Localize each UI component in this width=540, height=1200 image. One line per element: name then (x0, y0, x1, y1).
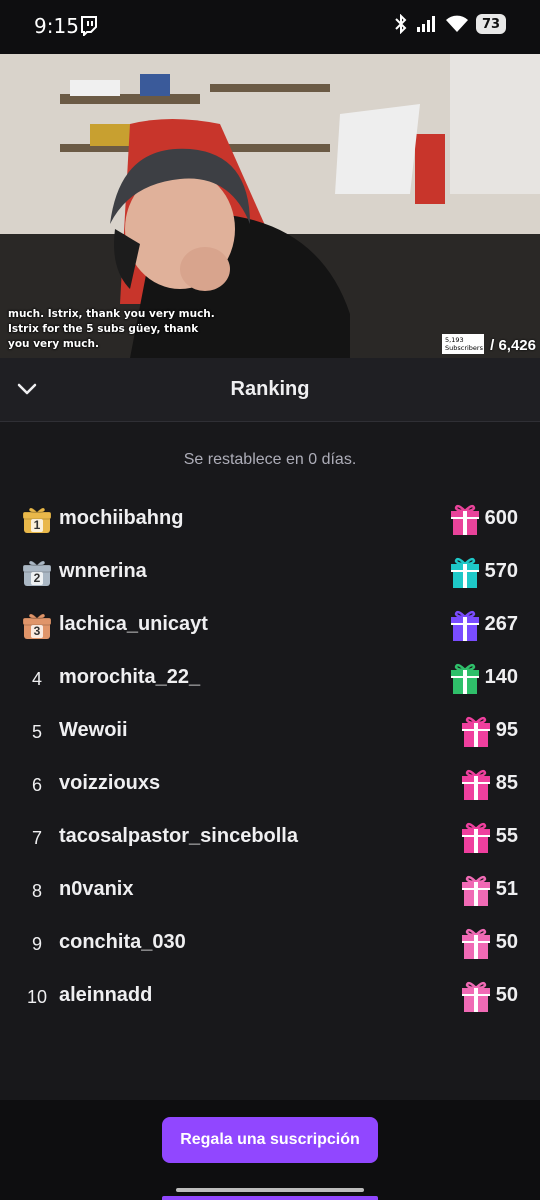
ranking-row: 4 morochita_22_ 140 (0, 652, 540, 705)
status-time: 9:15 (34, 14, 79, 38)
username[interactable]: conchita_030 (59, 931, 186, 954)
rank-number: 5 (31, 721, 42, 742)
rank-number: 6 (31, 774, 42, 795)
ranking-row: 3 lachica_unicayt 267 (0, 599, 540, 652)
gift-count: 50 (495, 931, 518, 953)
twitch-notification-icon (81, 16, 97, 36)
bronze-rank-badge-icon: 3 (22, 611, 52, 641)
username[interactable]: aleinnadd (59, 984, 152, 1007)
username[interactable]: n0vanix (59, 878, 133, 901)
ranking-row: 2 wnnerina 570 (0, 546, 540, 599)
gift-subscription-button[interactable]: Regala una suscripción (162, 1117, 378, 1163)
rank-number: 3 (33, 624, 41, 638)
gift-icon (462, 928, 490, 959)
subs-goal: / 6,426 (490, 337, 536, 354)
gift-count: 570 (484, 560, 518, 582)
bottom-bar: Regala una suscripción (0, 1100, 540, 1200)
gift-icon (462, 822, 490, 853)
signal-icon (417, 16, 435, 32)
subs-counter-box: 5,193 Subscribers (442, 334, 484, 354)
bluetooth-icon (395, 14, 407, 34)
rank-number: 7 (31, 827, 42, 848)
rank-number: 10 (26, 986, 48, 1007)
panel-title: Ranking (230, 378, 310, 400)
username[interactable]: mochiibahng (59, 507, 183, 530)
ranking-header: Ranking (0, 358, 540, 422)
gift-count: 50 (495, 984, 518, 1006)
rank-number: 1 (33, 518, 41, 532)
silver-rank-badge-icon: 2 (22, 558, 52, 588)
rank-number: 8 (31, 880, 42, 901)
ranking-row: 8 n0vanix 51 (0, 864, 540, 917)
ranking-row: 7 tacosalpastor_sincebolla 55 (0, 811, 540, 864)
username[interactable]: Wewoii (59, 719, 128, 742)
gold-rank-badge-icon: 1 (22, 505, 52, 535)
gift-count: 55 (495, 825, 518, 847)
gift-count: 267 (484, 613, 518, 635)
ranking-list: 1 mochiibahng 600 2 wnnerina 570 3 lachica_unic… (0, 493, 540, 1023)
gift-count: 51 (495, 878, 518, 900)
home-indicator[interactable] (176, 1188, 364, 1192)
accent-edge (162, 1196, 378, 1200)
reset-notice: Se restablece en 0 días. (183, 451, 357, 468)
gift-count: 85 (495, 772, 518, 794)
rank-number: 2 (33, 571, 41, 585)
gift-count: 140 (484, 666, 518, 688)
subs-count: 5,193 (445, 336, 464, 344)
gift-count: 95 (495, 719, 518, 741)
video-player[interactable]: much. Istrix, thank you very much. Istri… (0, 54, 540, 358)
rank-number: 4 (31, 668, 42, 689)
gift-icon (462, 716, 490, 747)
username[interactable]: lachica_unicayt (59, 613, 208, 636)
gift-icon (462, 875, 490, 906)
gift-icon (450, 504, 479, 535)
username[interactable]: morochita_22_ (59, 666, 200, 689)
username[interactable]: wnnerina (59, 560, 147, 583)
subs-label: Subscribers (445, 344, 483, 352)
battery-icon: 73 (476, 14, 506, 34)
username[interactable]: voizziouxs (59, 772, 160, 795)
ranking-row: 5 Wewoii 95 (0, 705, 540, 758)
ranking-row: 1 mochiibahng 600 (0, 493, 540, 546)
username[interactable]: tacosalpastor_sincebolla (59, 825, 298, 848)
gift-icon (462, 981, 490, 1012)
ranking-row: 10 aleinnadd 50 (0, 970, 540, 1023)
ranking-row: 6 voizziouxs 85 (0, 758, 540, 811)
wifi-icon (446, 15, 468, 32)
live-caption: much. Istrix, thank you very much. Istri… (8, 308, 215, 350)
gift-icon (462, 769, 490, 800)
gift-icon (450, 557, 479, 588)
status-bar: 9:15 73 (0, 0, 540, 54)
rank-number: 9 (31, 933, 42, 954)
ranking-row: 9 conchita_030 50 (0, 917, 540, 970)
gift-icon (450, 610, 479, 641)
gift-icon (450, 663, 479, 694)
gift-count: 600 (484, 507, 518, 529)
